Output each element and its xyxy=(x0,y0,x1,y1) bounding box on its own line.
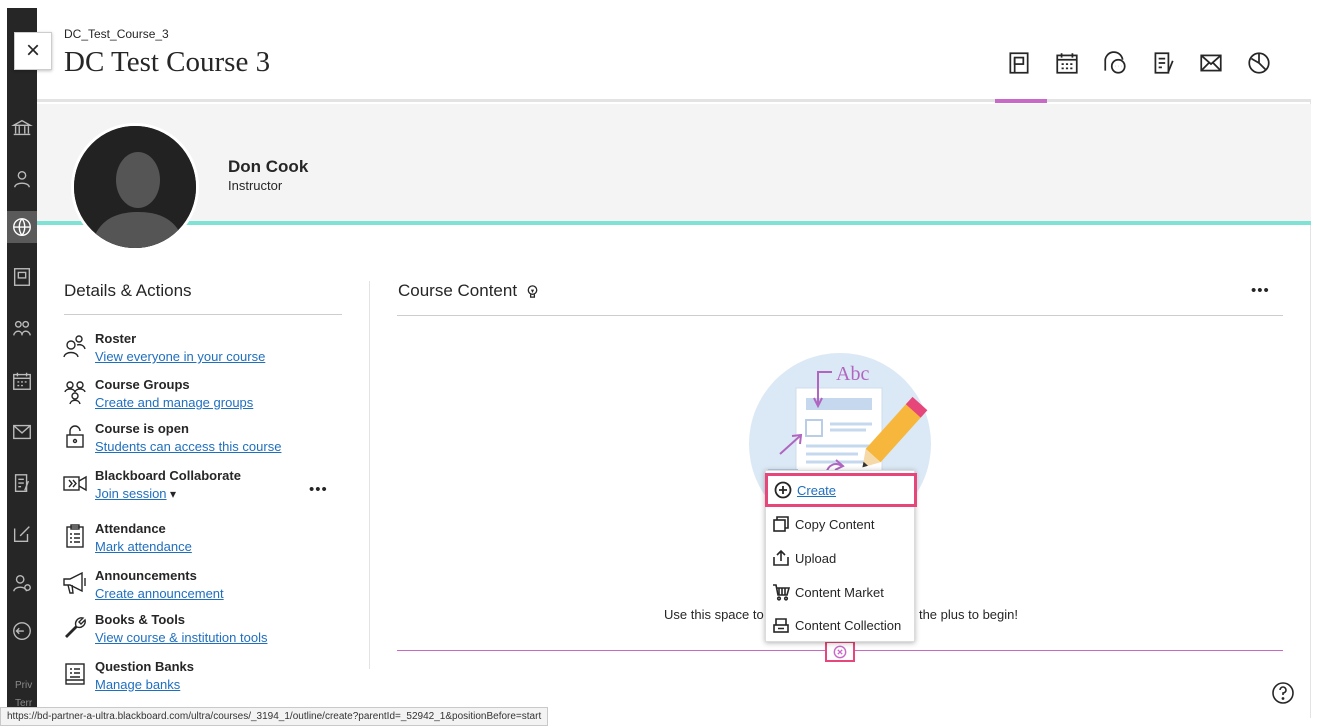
collaborate-label: Blackboard Collaborate xyxy=(95,468,241,483)
attendance-icon xyxy=(62,523,88,549)
course-header: DC_Test_Course_3 DC Test Course 3 xyxy=(37,8,1311,103)
tab-discussions[interactable] xyxy=(1091,38,1139,102)
course-open-link[interactable]: Students can access this course xyxy=(95,439,281,454)
megaphone-icon xyxy=(62,570,88,596)
course-open-label: Course is open xyxy=(95,421,189,436)
unlock-icon xyxy=(62,423,88,449)
illustration-text: Abc xyxy=(836,363,869,385)
groups-label: Course Groups xyxy=(95,377,190,392)
instructor-role: Instructor xyxy=(228,178,283,193)
upload-icon xyxy=(773,549,789,566)
detail-attendance: Attendance Mark attendance xyxy=(62,521,342,561)
collection-icon xyxy=(773,618,789,633)
close-circle-icon xyxy=(833,645,847,658)
gradebook-icon xyxy=(1154,52,1174,74)
grades-nav-icon[interactable] xyxy=(7,467,37,499)
add-content-menu: Create Copy Content Upload Content Marke… xyxy=(765,470,917,642)
messages-icon xyxy=(1200,54,1222,72)
groups-link[interactable]: Create and manage groups xyxy=(95,395,253,410)
menu-item-upload[interactable]: Upload xyxy=(766,542,916,574)
menu-item-content-collection[interactable]: Content Collection xyxy=(766,609,916,641)
instructor-name[interactable]: Don Cook xyxy=(228,157,308,177)
privacy-link[interactable]: Priv xyxy=(15,680,32,691)
tab-calendar[interactable] xyxy=(1043,38,1091,102)
tab-analytics[interactable] xyxy=(1235,38,1283,102)
discussions-icon xyxy=(1104,51,1126,74)
menu-item-create[interactable]: Create xyxy=(765,473,917,507)
books-tools-label: Books & Tools xyxy=(95,612,186,627)
activity-nav-icon[interactable] xyxy=(7,518,37,550)
detail-roster: Roster View everyone in your course xyxy=(62,331,342,371)
content-icon xyxy=(1009,52,1029,74)
organizations-icon[interactable] xyxy=(7,312,37,344)
menu-item-copy-content[interactable]: Copy Content xyxy=(766,508,916,540)
tools-nav-icon[interactable] xyxy=(7,567,37,599)
copy-content-label: Copy Content xyxy=(795,516,875,532)
divider xyxy=(64,314,342,315)
collaborate-more-button[interactable]: ••• xyxy=(309,481,328,498)
calendar-nav-icon[interactable] xyxy=(7,365,37,397)
globe-icon[interactable] xyxy=(7,211,37,243)
avatar[interactable] xyxy=(71,123,199,251)
detail-collaborate: Blackboard Collaborate Join session ▾ xyxy=(62,468,342,508)
announcements-label: Announcements xyxy=(95,568,197,583)
detail-books-tools: Books & Tools View course & institution … xyxy=(62,612,342,652)
empty-message-end: the plus to begin! xyxy=(918,607,1018,622)
close-button[interactable]: × xyxy=(14,32,52,70)
page-title: DC Test Course 3 xyxy=(64,46,271,78)
tab-messages[interactable] xyxy=(1187,38,1235,102)
question-bank-icon xyxy=(62,661,88,687)
groups-icon xyxy=(62,379,88,405)
chevron-down-icon[interactable]: ▾ xyxy=(170,487,176,501)
global-navigation: Priv Terr xyxy=(7,8,37,718)
content-more-button[interactable]: ••• xyxy=(1251,282,1270,299)
sign-out-icon[interactable] xyxy=(7,615,37,647)
roster-label: Roster xyxy=(95,331,137,346)
menu-item-content-market[interactable]: Content Market xyxy=(766,576,916,608)
calendar-icon xyxy=(1056,53,1078,74)
detail-question-banks: Question Banks Manage banks xyxy=(62,659,342,699)
empty-message-start: Use this space to xyxy=(664,607,764,622)
content-collection-label: Content Collection xyxy=(795,617,902,633)
add-content-button[interactable] xyxy=(825,641,855,662)
copy-icon xyxy=(773,516,789,532)
collaborate-icon xyxy=(62,470,88,496)
details-title: Details & Actions xyxy=(64,281,192,300)
profile-icon[interactable] xyxy=(7,163,37,195)
institution-icon[interactable] xyxy=(7,112,37,144)
question-banks-label: Question Banks xyxy=(95,659,194,674)
course-tabs xyxy=(995,38,1283,103)
browser-status-bar: https://bd-partner-a-ultra.blackboard.co… xyxy=(0,707,549,726)
plus-circle-icon xyxy=(774,481,792,499)
roster-link[interactable]: View everyone in your course xyxy=(95,349,265,364)
analytics-icon xyxy=(1248,52,1270,74)
column-divider xyxy=(369,281,370,669)
upload-label: Upload xyxy=(795,550,837,566)
detail-groups: Course Groups Create and manage groups xyxy=(62,377,342,417)
tab-content[interactable] xyxy=(995,38,1047,103)
tab-gradebook[interactable] xyxy=(1139,38,1187,102)
lightbulb-icon[interactable] xyxy=(525,284,540,299)
content-market-label: Content Market xyxy=(795,584,884,600)
wrench-icon xyxy=(62,614,88,640)
divider xyxy=(397,315,1283,316)
detail-announcements: Announcements Create announcement xyxy=(62,568,342,608)
banner-accent-line xyxy=(37,221,1311,225)
join-session-link[interactable]: Join session xyxy=(95,486,167,501)
roster-icon xyxy=(62,333,88,359)
courses-icon[interactable] xyxy=(7,261,37,293)
breadcrumb: DC_Test_Course_3 xyxy=(64,27,169,41)
messages-nav-icon[interactable] xyxy=(7,416,37,448)
attendance-link[interactable]: Mark attendance xyxy=(95,539,192,554)
course-content-heading: Course Content xyxy=(398,281,540,301)
question-banks-link[interactable]: Manage banks xyxy=(95,677,180,692)
attendance-label: Attendance xyxy=(95,521,166,536)
cart-icon xyxy=(773,584,790,601)
detail-course-open: Course is open Students can access this … xyxy=(62,421,342,461)
books-tools-link[interactable]: View course & institution tools xyxy=(95,630,267,645)
announcements-link[interactable]: Create announcement xyxy=(95,586,224,601)
create-label: Create xyxy=(797,482,837,498)
course-content-title: Course Content xyxy=(398,281,518,300)
help-icon[interactable] xyxy=(1271,681,1295,705)
